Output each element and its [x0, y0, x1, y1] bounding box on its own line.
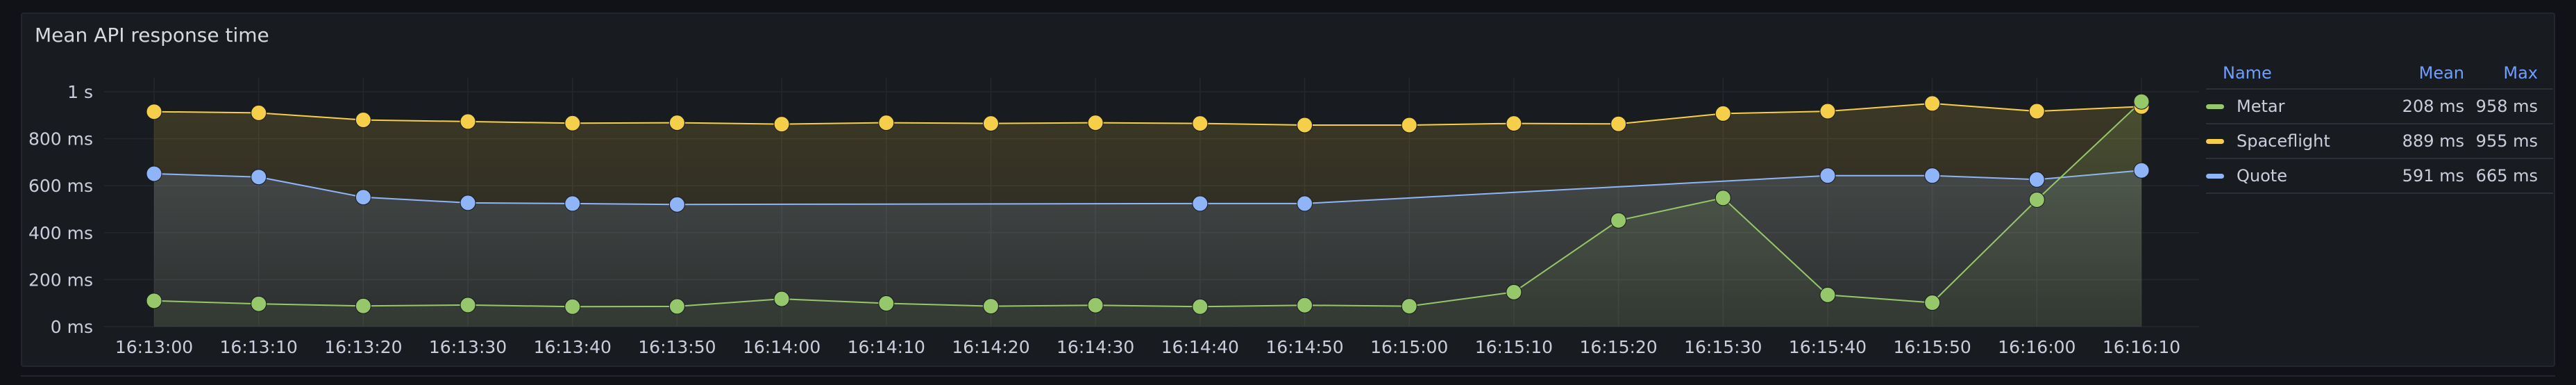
data-point-quote — [564, 195, 581, 212]
data-point-metar — [2133, 93, 2150, 110]
data-point-spaceflight — [878, 115, 895, 131]
data-point-metar — [668, 298, 685, 315]
y-tick-label: 400 ms — [28, 223, 93, 243]
data-point-spaceflight — [1087, 115, 1104, 131]
data-point-spaceflight — [1819, 103, 1836, 120]
x-tick-label: 16:15:50 — [1893, 337, 1971, 357]
legend-row-metar[interactable]: Metar 208 ms 958 ms — [2206, 90, 2553, 124]
legend-header-max[interactable]: Max — [2464, 63, 2538, 83]
legend-swatch-metar — [2206, 104, 2224, 109]
data-point-metar — [878, 295, 895, 312]
y-tick-label: 0 ms — [51, 317, 93, 337]
x-tick-label: 16:13:10 — [220, 337, 298, 357]
x-tick-label: 16:15:20 — [1579, 337, 1657, 357]
data-point-spaceflight — [1715, 105, 1731, 122]
legend-max-metar: 958 ms — [2475, 97, 2538, 116]
data-point-spaceflight — [564, 115, 581, 131]
data-point-quote — [1819, 167, 1836, 184]
data-point-spaceflight — [668, 115, 685, 131]
legend-header-mean[interactable]: Mean — [2370, 63, 2464, 83]
data-point-spaceflight — [1610, 115, 1627, 132]
data-point-metar — [564, 298, 581, 315]
data-point-quote — [355, 189, 371, 206]
x-tick-label: 16:13:50 — [638, 337, 716, 357]
data-point-spaceflight — [251, 104, 267, 121]
data-point-metar — [1924, 295, 1941, 311]
x-tick-label: 16:14:10 — [848, 337, 925, 357]
y-tick-label: 800 ms — [28, 129, 93, 149]
legend-swatch-quote — [2206, 173, 2224, 179]
legend-header: Name Mean Max — [2206, 58, 2553, 90]
x-tick-label: 16:14:30 — [1057, 337, 1134, 357]
data-point-spaceflight — [460, 113, 476, 130]
data-point-metar — [460, 297, 476, 313]
data-point-metar — [1192, 298, 1209, 315]
data-point-metar — [1297, 297, 1313, 313]
data-point-metar — [1506, 284, 1522, 300]
legend-max-spaceflight: 955 ms — [2475, 131, 2538, 151]
legend-row-quote[interactable]: Quote 591 ms 665 ms — [2206, 159, 2553, 194]
data-point-metar — [773, 290, 790, 307]
legend-name-spaceflight: Spaceflight — [2237, 131, 2330, 151]
line-chart: 0 ms 200 ms 400 ms 600 ms 800 ms 1 s 16:13:00 1… — [28, 78, 2199, 357]
legend-mean-metar: 208 ms — [2402, 97, 2464, 116]
data-point-metar — [146, 293, 162, 309]
data-point-metar — [251, 295, 267, 312]
data-point-quote — [2133, 162, 2150, 179]
data-point-spaceflight — [1401, 117, 1417, 133]
data-point-metar — [1610, 212, 1627, 229]
data-point-spaceflight — [355, 112, 371, 129]
data-point-spaceflight — [1192, 115, 1209, 132]
data-point-quote — [146, 165, 162, 182]
data-point-metar — [2028, 191, 2045, 208]
data-point-quote — [460, 195, 476, 211]
x-tick-label: 16:16:00 — [1998, 337, 2076, 357]
data-point-spaceflight — [1297, 117, 1313, 133]
data-point-spaceflight — [773, 116, 790, 133]
x-tick-label: 16:14:20 — [952, 337, 1029, 357]
data-point-spaceflight — [146, 104, 162, 120]
x-tick-label: 16:14:00 — [743, 337, 820, 357]
data-point-metar — [982, 298, 999, 315]
x-tick-label: 16:15:40 — [1789, 337, 1867, 357]
x-tick-label: 16:14:50 — [1265, 337, 1343, 357]
y-tick-label: 1 s — [67, 82, 93, 102]
legend-table: Name Mean Max Metar 208 ms 958 ms Spacef… — [2206, 58, 2553, 194]
y-tick-label: 600 ms — [28, 176, 93, 196]
x-tick-label: 16:15:30 — [1684, 337, 1762, 357]
x-tick-label: 16:15:10 — [1475, 337, 1553, 357]
legend-mean-spaceflight: 889 ms — [2402, 131, 2464, 151]
x-tick-label: 16:14:40 — [1161, 337, 1239, 357]
data-point-quote — [668, 196, 685, 213]
data-point-quote — [1297, 195, 1313, 212]
legend-mean-quote: 591 ms — [2402, 166, 2464, 186]
legend-max-quote: 665 ms — [2475, 166, 2538, 186]
legend-swatch-spaceflight — [2206, 138, 2224, 144]
data-point-quote — [2028, 171, 2045, 188]
legend-name-metar: Metar — [2237, 97, 2285, 116]
legend-name-quote: Quote — [2237, 166, 2287, 186]
x-tick-label: 16:13:40 — [534, 337, 612, 357]
data-point-spaceflight — [1924, 95, 1941, 112]
data-point-quote — [1924, 167, 1941, 184]
data-point-quote — [251, 169, 267, 186]
data-point-spaceflight — [982, 115, 999, 132]
data-point-metar — [1401, 298, 1417, 315]
data-point-quote — [1192, 195, 1209, 212]
legend-header-name[interactable]: Name — [2223, 63, 2370, 83]
data-point-metar — [1819, 286, 1836, 303]
data-point-spaceflight — [2028, 103, 2045, 120]
x-tick-label: 16:13:00 — [115, 337, 193, 357]
legend-row-spaceflight[interactable]: Spaceflight 889 ms 955 ms — [2206, 124, 2553, 159]
x-tick-label: 16:13:30 — [429, 337, 507, 357]
data-point-metar — [1715, 190, 1731, 206]
y-tick-label: 200 ms — [28, 270, 93, 290]
x-tick-label: 16:16:10 — [2103, 337, 2180, 357]
data-point-spaceflight — [1506, 115, 1522, 132]
data-point-metar — [1087, 297, 1104, 313]
data-point-metar — [355, 297, 371, 314]
x-tick-label: 16:13:20 — [324, 337, 402, 357]
x-tick-label: 16:15:00 — [1370, 337, 1448, 357]
